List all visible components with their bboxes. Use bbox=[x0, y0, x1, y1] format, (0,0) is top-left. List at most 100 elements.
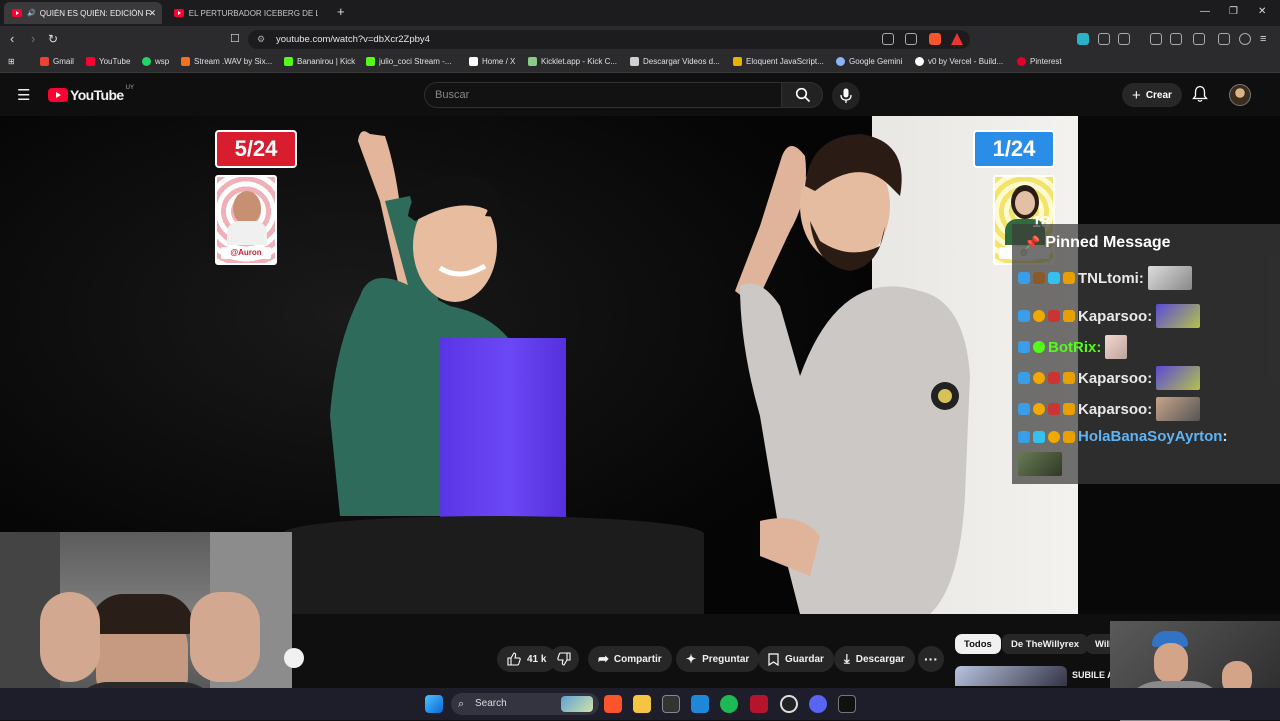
cast-icon[interactable] bbox=[882, 33, 894, 45]
create-button[interactable]: + Crear bbox=[1122, 83, 1182, 107]
search-icon: ⌕ bbox=[458, 698, 465, 710]
search-icon bbox=[795, 87, 811, 103]
bookmark-bananirou[interactable]: Bananirou | Kick bbox=[284, 57, 355, 66]
hamburger-menu-icon[interactable]: ☰ bbox=[17, 86, 30, 104]
bookmark-julio-coci[interactable]: julio_coci Stream -... bbox=[366, 57, 451, 66]
tab-inactive[interactable]: EL PERTURBADOR ICEBERG DE LOS J bbox=[166, 2, 326, 24]
bookmark-icon[interactable]: ☐ bbox=[230, 32, 240, 46]
bookmarks-bar: ⊞ Gmail YouTube wsp Stream .WAV by Six..… bbox=[0, 53, 1280, 73]
speaker-icon: 🔊 bbox=[27, 10, 36, 17]
chat-message: HolaBanaSoyAyrton: bbox=[1018, 428, 1227, 445]
chip-todos[interactable]: Todos bbox=[955, 634, 1001, 654]
reload-icon[interactable]: ↻ bbox=[48, 32, 58, 46]
badge-icon bbox=[1063, 272, 1075, 284]
share-arrow-icon: ➦ bbox=[598, 651, 609, 666]
youtube-wordmark: YouTube bbox=[70, 87, 124, 103]
right-counter-badge: 1/24 bbox=[973, 130, 1055, 168]
youtube-logo[interactable]: YouTube UY bbox=[48, 85, 134, 103]
streaming-app-icon[interactable] bbox=[750, 695, 768, 713]
voice-search-button[interactable] bbox=[832, 82, 860, 110]
capcut-icon[interactable] bbox=[838, 695, 856, 713]
like-button[interactable]: 41 k bbox=[497, 646, 557, 672]
bookmark-kicklet[interactable]: Kicklet.app - Kick C... bbox=[528, 57, 617, 66]
avatar[interactable] bbox=[1229, 84, 1251, 106]
js-icon bbox=[733, 57, 742, 66]
wallet-icon[interactable] bbox=[1193, 33, 1205, 45]
tab-close-icon[interactable]: ✕ bbox=[148, 8, 156, 19]
layout-icon[interactable] bbox=[1170, 33, 1182, 45]
media-icon[interactable] bbox=[1150, 33, 1162, 45]
search-button[interactable] bbox=[781, 82, 823, 108]
apps-icon[interactable]: ⊞ bbox=[8, 57, 15, 66]
minimize-icon[interactable]: — bbox=[1200, 6, 1210, 17]
brave-shield-icon[interactable] bbox=[929, 33, 941, 45]
chat-message: Kaparsoo: bbox=[1018, 304, 1201, 328]
dislike-button[interactable] bbox=[549, 646, 579, 672]
badge-icon bbox=[1063, 403, 1075, 415]
forward-icon[interactable]: › bbox=[31, 32, 35, 46]
tab-active[interactable]: 🔊 QUIÉN ES QUIÉN: EDICIÓN FA ✕ bbox=[4, 2, 162, 24]
url-field[interactable]: ⚙ youtube.com/watch?v=dbXcr2Zpby4 bbox=[248, 30, 970, 49]
bookmark-pinterest[interactable]: Pinterest bbox=[1017, 57, 1062, 66]
restore-icon[interactable]: ❐ bbox=[1229, 6, 1238, 17]
bookmark-gemini[interactable]: Google Gemini bbox=[836, 57, 902, 66]
start-windows-icon[interactable] bbox=[425, 695, 443, 713]
chat-message: Kaparsoo: bbox=[1018, 397, 1201, 421]
notifications-bell-icon[interactable] bbox=[1192, 85, 1208, 108]
plus-icon: + bbox=[1132, 86, 1141, 104]
more-actions-button[interactable]: ··· bbox=[918, 646, 944, 672]
close-window-icon[interactable]: ✕ bbox=[1258, 6, 1266, 17]
save-button[interactable]: Guardar bbox=[758, 646, 834, 672]
youtube-play-icon bbox=[48, 88, 68, 102]
bookmark-descargar[interactable]: Descargar Videos d... bbox=[630, 57, 720, 66]
share-icon[interactable] bbox=[905, 33, 917, 45]
youtube-favicon-icon bbox=[174, 9, 184, 17]
bookmark-x[interactable]: Home / X bbox=[469, 57, 515, 66]
related-video-thumbnail[interactable] bbox=[955, 666, 1067, 686]
youtube-favicon-icon bbox=[12, 9, 22, 17]
bookmark-eloquent-js[interactable]: Eloquent JavaScript... bbox=[733, 57, 824, 66]
related-video-title[interactable]: SUBILE A bbox=[1072, 670, 1114, 680]
bookmark-stream-wav[interactable]: Stream .WAV by Six... bbox=[181, 57, 272, 66]
obs-icon[interactable] bbox=[780, 695, 798, 713]
back-icon[interactable]: ‹ bbox=[10, 32, 14, 46]
app-cube-icon[interactable] bbox=[662, 695, 680, 713]
bookmark-v0[interactable]: v0 by Vercel - Build... bbox=[915, 57, 1003, 66]
chat-message: TNLtomi: bbox=[1018, 266, 1192, 290]
menu-icon[interactable]: ≡ bbox=[1260, 32, 1266, 46]
site-info-icon[interactable]: ⚙ bbox=[257, 30, 265, 49]
spotify-icon[interactable] bbox=[720, 695, 738, 713]
vercel-icon bbox=[915, 57, 924, 66]
ask-button[interactable]: ✦ Preguntar bbox=[676, 646, 760, 672]
taskbar-search[interactable]: ⌕ Search bbox=[451, 693, 599, 715]
new-tab-button[interactable]: + bbox=[337, 4, 345, 19]
badge-icon bbox=[1018, 272, 1030, 284]
chat-username: BotRix bbox=[1048, 338, 1097, 356]
brave-browser-icon[interactable] bbox=[604, 695, 622, 713]
youtube-icon bbox=[86, 57, 95, 66]
puzzle-icon[interactable] bbox=[1098, 33, 1110, 45]
download-button[interactable]: ⤓ Descargar bbox=[834, 646, 915, 672]
chat-message: Kaparsoo: bbox=[1018, 366, 1201, 390]
card-body bbox=[227, 221, 267, 245]
browser-tab-bar: 🔊 QUIÉN ES QUIÉN: EDICIÓN FA ✕ EL PERTUR… bbox=[0, 0, 1280, 26]
bookmark-youtube[interactable]: YouTube bbox=[86, 57, 130, 66]
chip-de-thewillyrex[interactable]: De TheWillyrex bbox=[1002, 634, 1089, 654]
extension-icon[interactable] bbox=[1077, 33, 1089, 45]
whatsapp-icon bbox=[142, 57, 151, 66]
chat-message: BotRix: bbox=[1018, 335, 1128, 359]
discord-icon[interactable] bbox=[809, 695, 827, 713]
badge-icon bbox=[1048, 372, 1060, 384]
badge-icon bbox=[1018, 310, 1030, 322]
share-button[interactable]: ➦ Compartir bbox=[588, 646, 672, 672]
search-input[interactable]: Buscar bbox=[424, 82, 782, 108]
downloads-icon[interactable] bbox=[1218, 33, 1230, 45]
file-explorer-icon[interactable] bbox=[633, 695, 651, 713]
card-face bbox=[1015, 191, 1035, 215]
photos-icon[interactable] bbox=[691, 695, 709, 713]
webcam-arm-right bbox=[190, 592, 260, 682]
bookmark-gmail[interactable]: Gmail bbox=[40, 57, 74, 66]
vpn-icon[interactable] bbox=[1239, 33, 1251, 45]
bookmark-wsp[interactable]: wsp bbox=[142, 57, 169, 66]
sidebar-icon[interactable] bbox=[1118, 33, 1130, 45]
